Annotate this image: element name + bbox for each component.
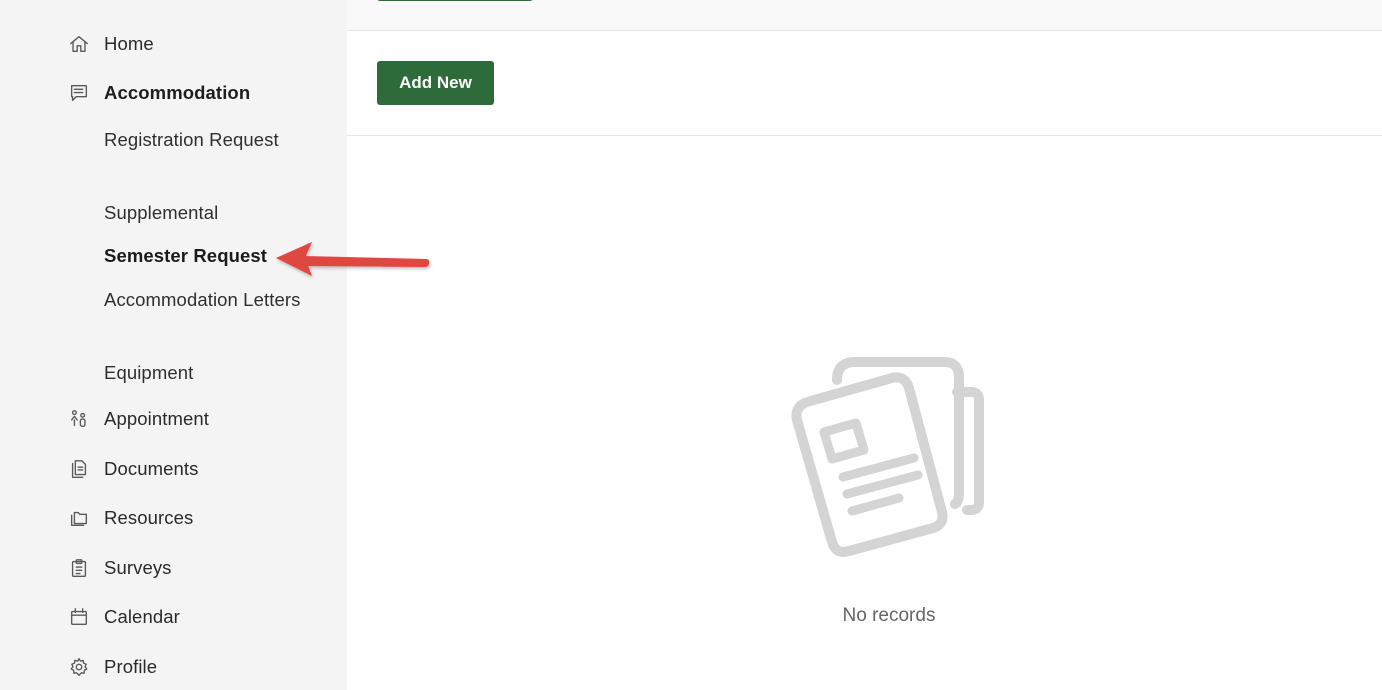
sidebar-item-label: Accommodation bbox=[104, 82, 251, 103]
sidebar-item-surveys[interactable]: Surveys bbox=[68, 553, 172, 583]
sidebar-item-label: Resources bbox=[104, 507, 194, 528]
top-bar bbox=[347, 0, 1382, 31]
sidebar: Home Accommodation Registration Request … bbox=[0, 0, 347, 690]
gear-icon bbox=[68, 656, 90, 678]
sidebar-item-label: Documents bbox=[104, 458, 199, 479]
people-icon bbox=[68, 408, 90, 430]
sidebar-item-label: Calendar bbox=[104, 606, 180, 627]
sidebar-subitem-accommodation-letters[interactable]: Accommodation Letters bbox=[104, 285, 304, 314]
sidebar-item-resources[interactable]: Resources bbox=[68, 503, 193, 533]
calendar-icon bbox=[68, 606, 90, 628]
sidebar-item-appointment[interactable]: Appointment bbox=[68, 404, 209, 434]
documents-illustration-icon bbox=[791, 357, 984, 557]
top-tab-indicator bbox=[377, 0, 533, 1]
folder-icon bbox=[68, 507, 90, 529]
sidebar-item-calendar[interactable]: Calendar bbox=[68, 602, 180, 632]
sidebar-subitem-registration-request[interactable]: Registration Request bbox=[104, 125, 304, 154]
sidebar-item-documents[interactable]: Documents bbox=[68, 454, 198, 484]
list-icon bbox=[68, 82, 90, 104]
sidebar-subitem-supplemental[interactable]: Supplemental bbox=[104, 198, 304, 227]
toolbar: Add New bbox=[347, 31, 1382, 136]
records-panel: No records bbox=[347, 137, 1382, 690]
sidebar-subitem-equipment[interactable]: Equipment bbox=[104, 358, 304, 387]
annotation-arrow-icon bbox=[276, 242, 430, 276]
home-icon bbox=[68, 33, 90, 55]
sidebar-item-accommodation[interactable]: Accommodation bbox=[68, 78, 250, 108]
clipboard-icon bbox=[68, 557, 90, 579]
empty-state-text: No records bbox=[842, 605, 936, 626]
sidebar-item-label: Profile bbox=[104, 656, 158, 677]
sidebar-item-label: Appointment bbox=[104, 408, 209, 429]
sidebar-item-home[interactable]: Home bbox=[68, 29, 154, 59]
sidebar-item-label: Surveys bbox=[104, 557, 172, 578]
sidebar-item-profile[interactable]: Profile bbox=[68, 652, 157, 682]
documents-icon bbox=[68, 458, 90, 480]
add-new-button[interactable]: Add New bbox=[377, 61, 494, 105]
sidebar-item-label: Home bbox=[104, 33, 154, 54]
